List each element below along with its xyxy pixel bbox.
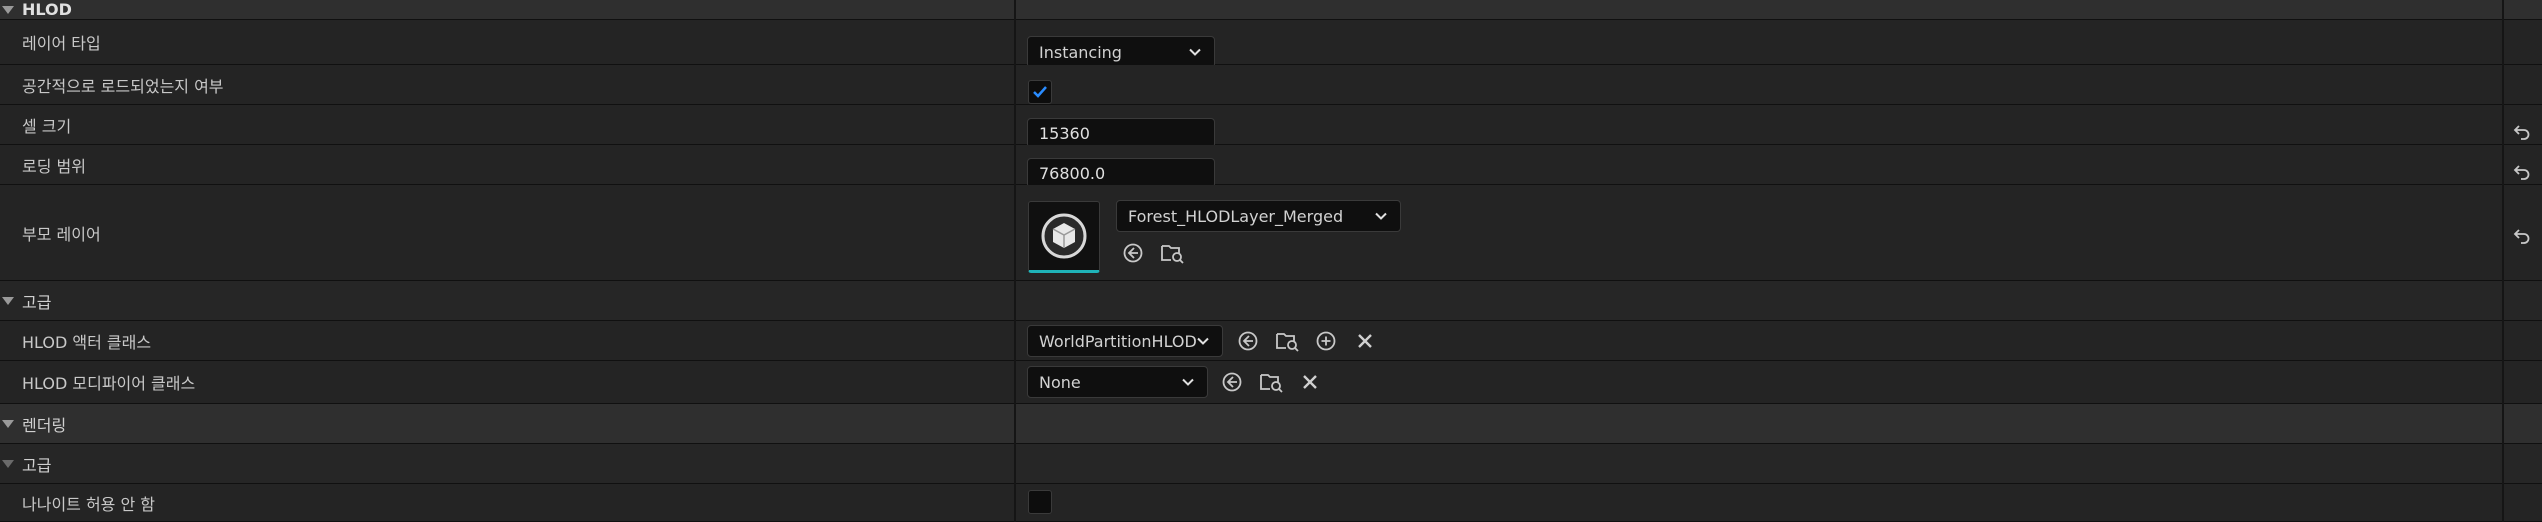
category-rendering[interactable]: 렌더링 [0, 404, 2542, 444]
use-selected-arrow-icon[interactable] [1235, 328, 1261, 354]
cell-size-input[interactable]: 15360 [1027, 118, 1215, 148]
hlod-actor-class-dropdown[interactable]: WorldPartitionHLOD [1027, 325, 1223, 357]
disallow-nanite-checkbox[interactable] [1028, 490, 1052, 514]
row-hlod-actor-class: HLOD 액터 클래스 [0, 321, 2542, 361]
category-hlod-label: HLOD [22, 0, 72, 19]
layer-type-value: Instancing [1039, 42, 1122, 62]
spatially-loaded-label: 공간적으로 로드되었는지 여부 [22, 76, 224, 96]
loading-range-label: 로딩 범위 [22, 156, 86, 176]
category-hlod-advanced-label: 고급 [22, 292, 52, 312]
clear-x-icon[interactable] [1352, 328, 1378, 354]
spatially-loaded-checkbox[interactable] [1028, 80, 1052, 104]
use-selected-arrow-icon[interactable] [1120, 240, 1146, 266]
row-loading-range: 로딩 범위 [0, 145, 2542, 185]
clear-x-icon[interactable] [1297, 369, 1323, 395]
reset-column-divider [2502, 0, 2504, 522]
triangle-down-icon[interactable] [2, 5, 14, 14]
category-hlod[interactable]: HLOD [0, 0, 2542, 20]
triangle-down-icon[interactable] [2, 419, 14, 428]
triangle-down-icon[interactable] [2, 296, 14, 305]
row-disallow-nanite: 나나이트 허용 안 함 [0, 484, 2542, 522]
parent-layer-label: 부모 레이어 [22, 224, 101, 244]
disallow-nanite-label: 나나이트 허용 안 함 [22, 494, 156, 514]
cell-size-label: 셀 크기 [22, 116, 72, 136]
chevron-down-icon [1182, 378, 1194, 386]
row-layer-type: 레이어 타입 [0, 20, 2542, 65]
parent-layer-thumbnail[interactable] [1028, 201, 1100, 273]
use-selected-arrow-icon[interactable] [1219, 369, 1245, 395]
checkmark-icon [1033, 86, 1047, 98]
category-rendering-label: 렌더링 [22, 415, 67, 435]
chevron-down-icon [1197, 337, 1209, 345]
cube-asset-icon [1041, 213, 1087, 259]
browse-folder-icon[interactable] [1159, 240, 1185, 266]
reset-to-default-icon[interactable] [2510, 120, 2534, 144]
hlod-actor-class-label: HLOD 액터 클래스 [22, 332, 152, 352]
hlod-modifier-class-dropdown[interactable]: None [1027, 366, 1208, 398]
category-hlod-advanced[interactable]: 고급 [0, 281, 2542, 321]
column-splitter[interactable] [1014, 0, 1016, 522]
chevron-down-icon [1375, 212, 1387, 220]
browse-folder-icon[interactable] [1258, 369, 1284, 395]
chevron-down-icon [1189, 48, 1201, 56]
row-cell-size: 셀 크기 [0, 105, 2542, 145]
hlod-modifier-class-label: HLOD 모디파이어 클래스 [22, 374, 196, 393]
loading-range-input[interactable]: 76800.0 [1027, 158, 1215, 188]
parent-layer-dropdown[interactable]: Forest_HLODLayer_Merged [1116, 200, 1401, 232]
layer-type-dropdown[interactable]: Instancing [1027, 36, 1215, 68]
layer-type-label: 레이어 타입 [22, 34, 101, 53]
reset-to-default-icon[interactable] [2510, 160, 2534, 184]
row-spatially-loaded: 공간적으로 로드되었는지 여부 [0, 65, 2542, 105]
hlod-modifier-class-value: None [1039, 372, 1081, 392]
category-rendering-advanced-label: 고급 [22, 455, 52, 475]
category-rendering-advanced[interactable]: 고급 [0, 444, 2542, 484]
add-circle-icon[interactable] [1313, 328, 1339, 354]
hlod-actor-class-value: WorldPartitionHLOD [1039, 331, 1197, 351]
reset-to-default-icon[interactable] [2510, 224, 2534, 248]
parent-layer-value: Forest_HLODLayer_Merged [1128, 206, 1344, 226]
triangle-down-icon[interactable] [2, 459, 14, 468]
browse-folder-icon[interactable] [1274, 328, 1300, 354]
